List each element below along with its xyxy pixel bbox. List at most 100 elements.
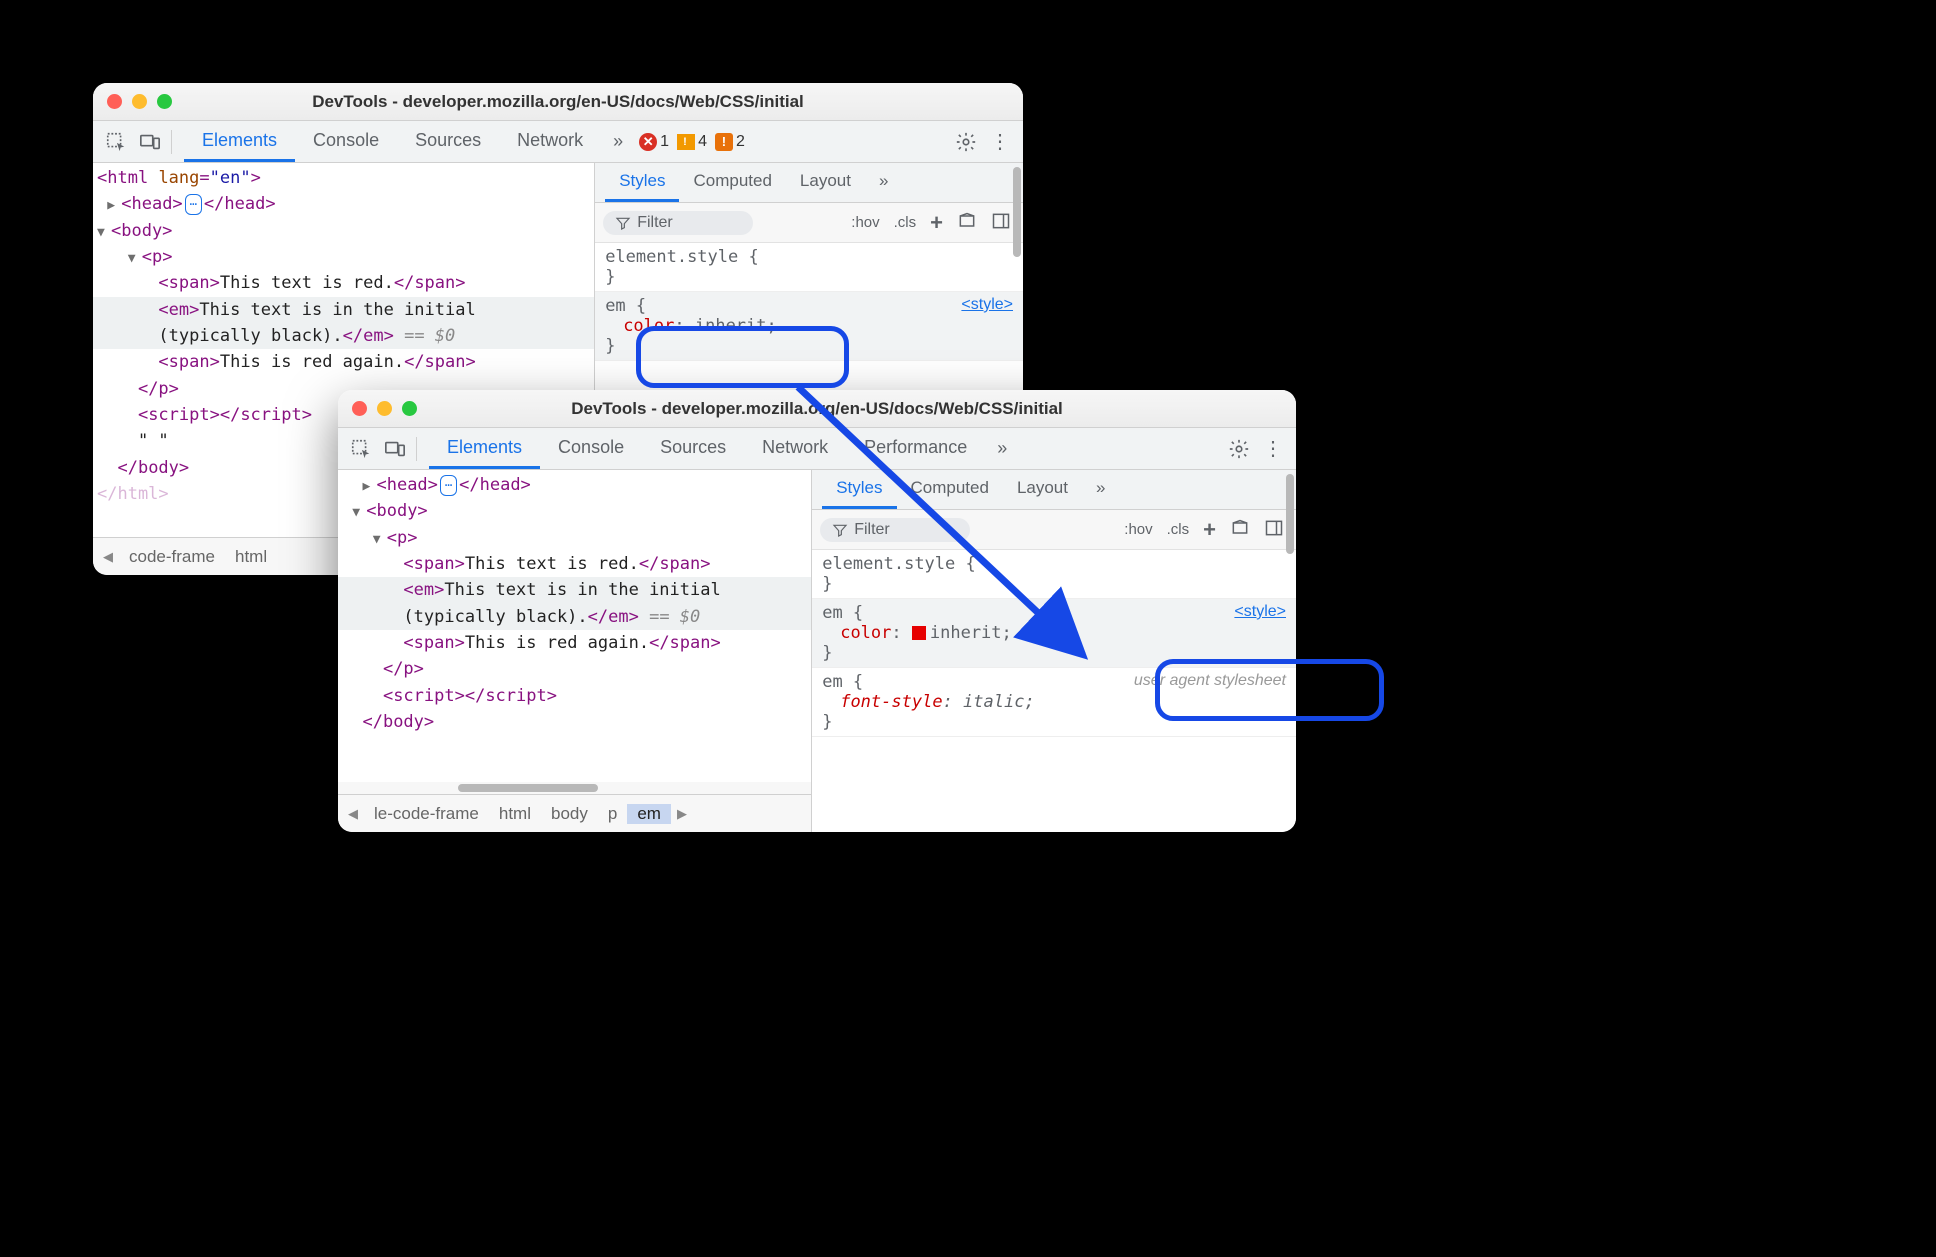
warning-badge[interactable]: 4: [677, 133, 707, 151]
computed-toggle-icon[interactable]: [953, 209, 981, 237]
more-tabs-icon[interactable]: »: [987, 434, 1017, 464]
more-subtabs-icon[interactable]: »: [865, 163, 902, 202]
body-tag[interactable]: <body>: [111, 221, 172, 241]
collapse-icon[interactable]: ▼: [352, 503, 364, 523]
selected-dom-node[interactable]: <em>This text is in the initial: [338, 577, 811, 603]
collapse-icon[interactable]: ▼: [97, 223, 109, 243]
p-tag[interactable]: <p>: [387, 528, 418, 548]
html-tag[interactable]: <html lang="en">: [97, 168, 261, 188]
breadcrumb-item[interactable]: html: [489, 804, 541, 824]
window-title: DevTools - developer.mozilla.org/en-US/d…: [93, 92, 1023, 112]
breadcrumb-item[interactable]: html: [225, 547, 277, 567]
breadcrumb-item[interactable]: code-frame: [119, 547, 225, 567]
gear-icon[interactable]: [1224, 434, 1254, 464]
filter-icon: [832, 522, 848, 538]
subtab-layout[interactable]: Layout: [786, 163, 865, 202]
tab-console[interactable]: Console: [540, 428, 642, 469]
css-value: italic: [963, 692, 1024, 712]
tab-network[interactable]: Network: [744, 428, 846, 469]
tab-sources[interactable]: Sources: [642, 428, 744, 469]
cls-toggle[interactable]: .cls: [1163, 519, 1194, 540]
breadcrumb-item[interactable]: body: [541, 804, 598, 824]
more-tabs-icon[interactable]: »: [603, 127, 633, 157]
maximize-window-button[interactable]: [157, 94, 172, 109]
dom-tree-pane: ▶<head>⋯</head> ▼<body> ▼<p> <span>This …: [338, 470, 812, 832]
kebab-icon[interactable]: ⋮: [985, 127, 1015, 157]
tab-console[interactable]: Console: [295, 121, 397, 162]
titlebar: DevTools - developer.mozilla.org/en-US/d…: [93, 83, 1023, 121]
inspect-icon[interactable]: [101, 127, 131, 157]
css-rule-em[interactable]: em {: [605, 296, 1013, 316]
color-swatch-icon[interactable]: [912, 626, 926, 640]
styles-filter-input[interactable]: Filter: [820, 518, 970, 542]
css-value[interactable]: inherit: [930, 623, 1002, 643]
ellipsis-badge[interactable]: ⋯: [440, 475, 457, 496]
subtab-styles[interactable]: Styles: [605, 163, 679, 202]
new-rule-icon[interactable]: +: [1199, 515, 1220, 545]
more-subtabs-icon[interactable]: »: [1082, 470, 1119, 509]
breadcrumb: ◀ le-code-frame html body p em ▶: [338, 794, 811, 832]
main-toolbar: Elements Console Sources Network » ✕1 4 …: [93, 121, 1023, 163]
maximize-window-button[interactable]: [402, 401, 417, 416]
hov-toggle[interactable]: :hov: [1120, 519, 1156, 540]
selected-dom-node[interactable]: <em>This text is in the initial: [93, 297, 594, 323]
collapse-icon[interactable]: ▼: [128, 249, 140, 269]
close-window-button[interactable]: [107, 94, 122, 109]
breadcrumb-prev-icon[interactable]: ◀: [97, 549, 119, 565]
subtab-styles[interactable]: Styles: [822, 470, 896, 509]
css-value[interactable]: inherit: [695, 316, 767, 336]
close-window-button[interactable]: [352, 401, 367, 416]
main-toolbar: Elements Console Sources Network Perform…: [338, 428, 1296, 470]
minimize-window-button[interactable]: [377, 401, 392, 416]
ellipsis-badge[interactable]: ⋯: [185, 194, 202, 215]
breadcrumb-next-icon[interactable]: ▶: [671, 806, 693, 822]
breadcrumb-prev-icon[interactable]: ◀: [342, 806, 364, 822]
breadcrumb-item[interactable]: le-code-frame: [364, 804, 489, 824]
head-tag[interactable]: <head>: [121, 194, 182, 214]
css-property: font-style: [840, 692, 942, 712]
breadcrumb-item[interactable]: p: [598, 804, 627, 824]
device-icon[interactable]: [135, 127, 165, 157]
gear-icon[interactable]: [951, 127, 981, 157]
filter-icon: [615, 215, 631, 231]
tab-performance[interactable]: Performance: [846, 428, 985, 469]
p-tag[interactable]: <p>: [142, 247, 173, 267]
styles-pane: Styles Computed Layout » Filter :hov .cl…: [812, 470, 1296, 832]
hov-toggle[interactable]: :hov: [847, 212, 883, 233]
tab-elements[interactable]: Elements: [184, 121, 295, 162]
body-tag[interactable]: <body>: [366, 501, 427, 521]
css-property[interactable]: color: [840, 623, 891, 643]
cls-toggle[interactable]: .cls: [890, 212, 921, 233]
tab-sources[interactable]: Sources: [397, 121, 499, 162]
new-rule-icon[interactable]: +: [926, 208, 947, 238]
collapse-icon[interactable]: ▼: [373, 530, 385, 550]
kebab-icon[interactable]: ⋮: [1258, 434, 1288, 464]
element-style-rule[interactable]: element.style {: [822, 554, 1286, 574]
devtools-window-after: DevTools - developer.mozilla.org/en-US/d…: [338, 390, 1296, 832]
css-rule-em[interactable]: em {: [822, 603, 1286, 623]
expand-icon[interactable]: ▶: [107, 196, 119, 216]
rule-source-link[interactable]: <style>: [961, 296, 1013, 314]
tab-network[interactable]: Network: [499, 121, 601, 162]
user-agent-label: user agent stylesheet: [1134, 672, 1286, 690]
issue-badge[interactable]: !2: [715, 133, 745, 151]
head-tag[interactable]: <head>: [376, 475, 437, 495]
selected-node-indicator: == $0: [639, 607, 700, 627]
styles-filter-input[interactable]: Filter: [603, 211, 753, 235]
tab-elements[interactable]: Elements: [429, 428, 540, 469]
rule-source-link[interactable]: <style>: [1234, 603, 1286, 621]
inspect-icon[interactable]: [346, 434, 376, 464]
subtab-computed[interactable]: Computed: [679, 163, 785, 202]
subtab-layout[interactable]: Layout: [1003, 470, 1082, 509]
breadcrumb-item-selected[interactable]: em: [627, 804, 671, 824]
element-style-rule[interactable]: element.style {: [605, 247, 1013, 267]
minimize-window-button[interactable]: [132, 94, 147, 109]
error-badge[interactable]: ✕1: [639, 133, 669, 151]
expand-icon[interactable]: ▶: [362, 477, 374, 497]
computed-toggle-icon[interactable]: [1226, 516, 1254, 544]
titlebar: DevTools - developer.mozilla.org/en-US/d…: [338, 390, 1296, 428]
css-property[interactable]: color: [623, 316, 674, 336]
device-icon[interactable]: [380, 434, 410, 464]
subtab-computed[interactable]: Computed: [897, 470, 1003, 509]
window-title: DevTools - developer.mozilla.org/en-US/d…: [338, 399, 1296, 419]
